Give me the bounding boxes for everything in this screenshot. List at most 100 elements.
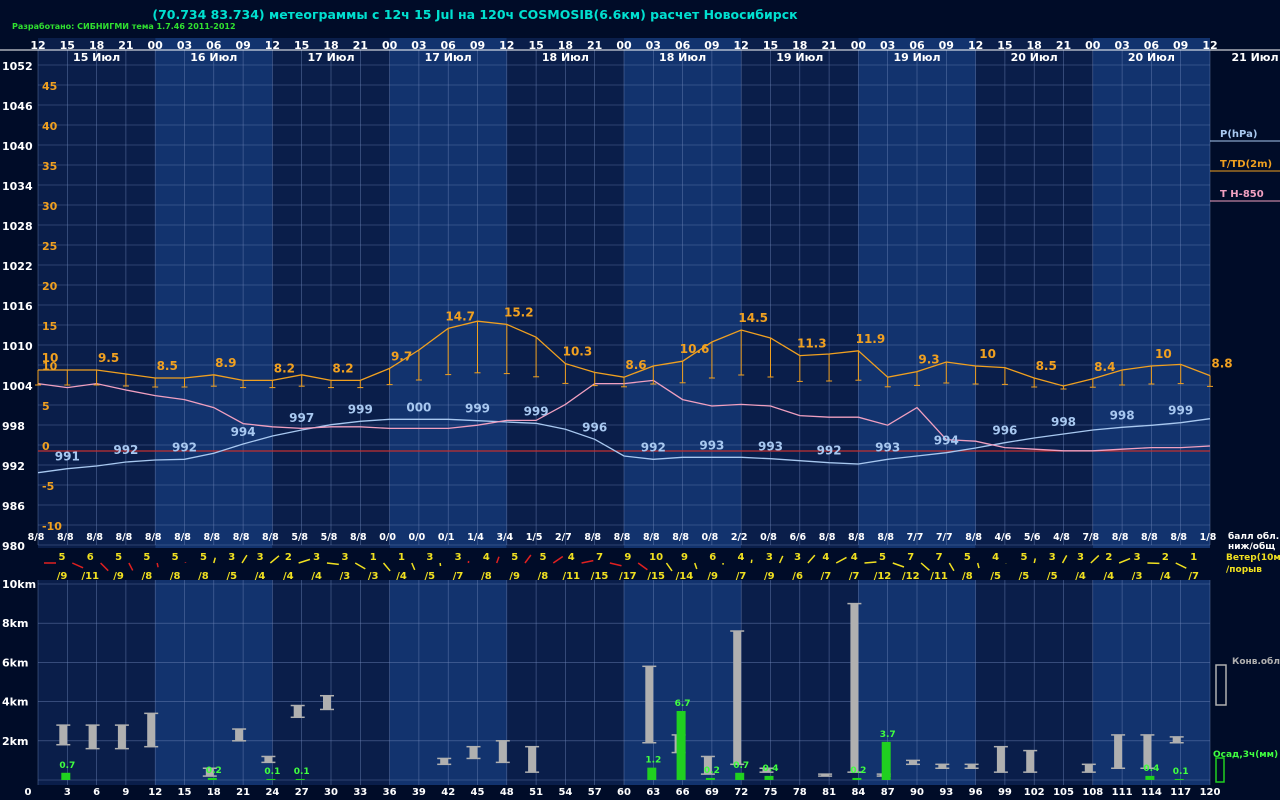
hour-tick-label: 09 xyxy=(939,39,954,52)
precip-bar xyxy=(1174,778,1184,780)
pressure-tick-label: 1052 xyxy=(2,60,33,73)
bottom-hour-label: 90 xyxy=(910,787,924,798)
legend-label: T/TD(2m) xyxy=(1220,159,1272,170)
wind-gust: /9 xyxy=(764,571,775,582)
date-label: 16 Июл xyxy=(190,51,237,64)
temp-value-label: 10 xyxy=(1155,347,1172,361)
wind-gust: /11 xyxy=(930,571,948,582)
wind-speed: 5 xyxy=(143,552,150,563)
temp-value-label: 10 xyxy=(979,347,996,361)
precip-value-label: 0.1 xyxy=(1173,767,1189,777)
pressure-tick-label: 1004 xyxy=(2,380,33,393)
cloud-cover-value: 6/6 xyxy=(789,532,806,543)
wind-gust: /14 xyxy=(676,571,694,582)
temp-value-label: 9.7 xyxy=(391,349,412,363)
pressure-tick-label: 1028 xyxy=(2,220,33,233)
temp-value-label: 8.5 xyxy=(1036,359,1057,373)
pressure-tick-label: 1010 xyxy=(2,340,33,353)
convective-cloud-bar xyxy=(1114,734,1123,769)
cloud-cover-value: 8/8 xyxy=(1141,532,1158,543)
hour-tick-label: 09 xyxy=(235,39,250,52)
wind-speed: 5 xyxy=(964,552,971,563)
wind-gust: /8 xyxy=(962,571,973,582)
wind-speed: 3 xyxy=(1134,552,1141,563)
temp-tick-label: 0 xyxy=(42,440,50,453)
convective-cloud-bar xyxy=(147,713,156,747)
temp-tick-label: -5 xyxy=(42,480,54,493)
bottom-hour-label: 75 xyxy=(764,787,778,798)
convective-cloud-bar xyxy=(850,603,859,773)
precip-bar xyxy=(852,777,862,780)
wind-speed: 4 xyxy=(992,552,999,563)
convective-legend-swatch xyxy=(1215,664,1227,706)
pressure-value-label: 992 xyxy=(817,444,842,458)
cloud-cover-value: 7/7 xyxy=(936,532,953,543)
wind-gust: /4 xyxy=(1160,571,1171,582)
wind-gust: /4 xyxy=(283,571,294,582)
wind-speed: 2 xyxy=(1105,552,1112,563)
cloud-cover-value: 5/8 xyxy=(291,532,308,543)
precip-value-label: 3.7 xyxy=(880,730,896,740)
pressure-tick-label: 1034 xyxy=(2,180,33,193)
cloud-cover-value: 8/8 xyxy=(233,532,250,543)
wind-speed: 1 xyxy=(1190,552,1197,563)
wind-gust: /8 xyxy=(142,571,153,582)
wind-gust: /5 xyxy=(990,571,1001,582)
precip-value-label: 0.2 xyxy=(850,766,866,776)
convective-cloud-bar xyxy=(1172,736,1181,743)
cloud-cover-value: 8/8 xyxy=(86,532,103,543)
wind-speed: 3 xyxy=(794,552,801,563)
hour-tick-label: 12 xyxy=(265,39,280,52)
temp-tick-label: 40 xyxy=(42,120,58,133)
wind-speed: 10 xyxy=(649,552,663,563)
cloud-cover-value: 8/8 xyxy=(116,532,133,543)
km-tick-label: 4km xyxy=(2,696,28,709)
wind-gust: /11 xyxy=(82,571,100,582)
temp-value-label: 8.2 xyxy=(332,361,353,375)
wind-speed: 3 xyxy=(341,552,348,563)
bottom-hour-label: 84 xyxy=(851,787,865,798)
hour-tick-label: 12 xyxy=(30,39,45,52)
precip-bar xyxy=(705,777,715,780)
bottom-hour-label: 63 xyxy=(646,787,660,798)
wind-gust: /8 xyxy=(170,571,181,582)
km-tick-label: 10km xyxy=(2,578,36,591)
cloud-cover-value: 0/0 xyxy=(409,532,426,543)
cloud-cover-value: 7/7 xyxy=(907,532,924,543)
precip-bar xyxy=(61,772,71,780)
wind-speed: 3 xyxy=(766,552,773,563)
wind-speed: 6 xyxy=(87,552,94,563)
temp-tick-label: 25 xyxy=(42,240,57,253)
convective-label: Конв.обл. xyxy=(1232,656,1280,667)
date-label: 19 Июл xyxy=(893,51,940,64)
wind-speed: 2 xyxy=(1162,552,1169,563)
wind-gust: /9 xyxy=(113,571,124,582)
convective-cloud-bar xyxy=(645,666,654,743)
wind-speed: 4 xyxy=(568,552,575,563)
legend-label: T H-850 xyxy=(1220,189,1264,200)
km-tick-label: 6km xyxy=(2,656,28,669)
cloud-cover-value: 8/8 xyxy=(262,532,279,543)
wind-gust: /4 xyxy=(255,571,266,582)
convective-cloud-bar xyxy=(469,746,478,759)
pressure-value-label: 999 xyxy=(524,404,549,418)
hour-tick-label: 21 xyxy=(118,39,133,52)
precip-value-label: 0.7 xyxy=(59,761,75,771)
wind-speed: 5 xyxy=(879,552,886,563)
date-label: 20 Июл xyxy=(1128,51,1175,64)
bottom-hour-label: 69 xyxy=(705,787,719,798)
cloud-cover-value: 8/8 xyxy=(965,532,982,543)
pressure-value-label: 992 xyxy=(641,440,666,454)
precip-value-label: 0.4 xyxy=(763,764,779,774)
pressure-value-label: 993 xyxy=(699,438,724,452)
hour-tick-label: 00 xyxy=(1085,39,1101,52)
bottom-hour-label: 87 xyxy=(881,787,895,798)
precip-bar xyxy=(295,778,305,780)
cloud-cover-value: 8/8 xyxy=(145,532,162,543)
convective-cloud-bar xyxy=(440,758,449,765)
cloud-cover-value: 3/4 xyxy=(496,532,513,543)
cloud-cover-value: 8/8 xyxy=(57,532,74,543)
pressure-tick-label: 1040 xyxy=(2,140,33,153)
cloud-cover-value: 8/8 xyxy=(174,532,191,543)
wind-speed: 3 xyxy=(426,552,433,563)
